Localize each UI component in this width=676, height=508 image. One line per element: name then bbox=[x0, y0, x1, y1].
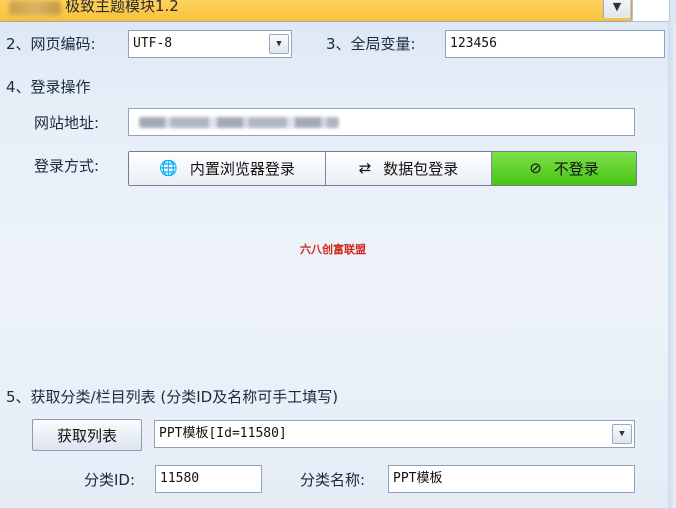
login-method-label: 登录方式: bbox=[34, 157, 100, 175]
global-var-value: 123456 bbox=[450, 36, 497, 51]
category-id-label: 分类ID: bbox=[84, 471, 136, 489]
fetch-list-button[interactable]: 获取列表 bbox=[32, 419, 142, 451]
encoding-label: 2、网页编码: bbox=[6, 35, 96, 53]
login-section-title: 4、登录操作 bbox=[6, 78, 91, 96]
login-option-builtin-browser[interactable]: 🌐 内置浏览器登录 bbox=[129, 152, 326, 185]
category-name-value: PPT模板 bbox=[393, 471, 443, 486]
encoding-value: UTF-8 bbox=[133, 36, 173, 51]
login-option-label: 内置浏览器登录 bbox=[189, 160, 295, 178]
site-address-blurred bbox=[139, 117, 339, 128]
module-side-box bbox=[632, 0, 670, 22]
category-id-input[interactable]: 11580 bbox=[155, 465, 262, 493]
login-option-none[interactable]: ⊘ 不登录 bbox=[492, 152, 636, 185]
login-option-label: 不登录 bbox=[553, 160, 599, 178]
category-section-title: 5、获取分类/栏目列表 (分类ID及名称可手工填写) bbox=[6, 388, 339, 406]
global-var-input[interactable]: 123456 bbox=[445, 30, 665, 58]
watermark-text: 六八创富联盟 bbox=[300, 243, 366, 256]
module-select-value: 极致主题模块1.2 bbox=[65, 0, 179, 15]
site-address-input[interactable] bbox=[128, 108, 635, 136]
chevron-down-icon[interactable]: ▼ bbox=[269, 34, 289, 54]
encoding-select[interactable]: UTF-8 ▼ bbox=[128, 30, 292, 58]
globe-icon: 🌐 bbox=[159, 159, 178, 177]
chevron-down-icon[interactable]: ▼ bbox=[612, 424, 632, 444]
scroll-edge bbox=[668, 20, 676, 508]
chevron-down-icon[interactable]: ▼ bbox=[603, 0, 630, 18]
category-name-label: 分类名称: bbox=[300, 471, 366, 489]
site-address-label: 网站地址: bbox=[34, 114, 100, 132]
global-var-label: 3、全局变量: bbox=[326, 35, 416, 53]
module-select[interactable]: 极致主题模块1.2 ▼ bbox=[0, 0, 632, 22]
category-name-input[interactable]: PPT模板 bbox=[388, 465, 635, 493]
no-entry-icon: ⊘ bbox=[529, 159, 542, 177]
shuffle-icon: ⇄ bbox=[358, 159, 372, 177]
module-name-blurred bbox=[9, 1, 61, 15]
login-option-packet[interactable]: ⇄ 数据包登录 bbox=[326, 152, 492, 185]
category-select[interactable]: PPT模板[Id=11580] ▼ bbox=[154, 420, 635, 448]
category-select-value: PPT模板[Id=11580] bbox=[159, 426, 287, 441]
login-method-segmented: 🌐 内置浏览器登录 ⇄ 数据包登录 ⊘ 不登录 bbox=[128, 151, 637, 186]
login-option-label: 数据包登录 bbox=[383, 160, 459, 178]
category-id-value: 11580 bbox=[160, 471, 200, 486]
